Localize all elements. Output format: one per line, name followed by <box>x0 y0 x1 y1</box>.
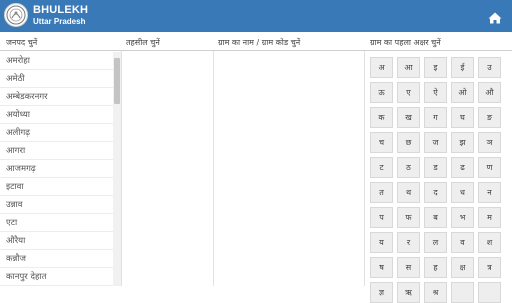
letter-button[interactable]: छ <box>397 132 420 153</box>
letter-button[interactable]: ग <box>424 107 447 128</box>
letter-button[interactable]: ज <box>424 132 447 153</box>
letter-button[interactable]: ऊ <box>370 82 393 103</box>
header-divider <box>0 50 512 51</box>
district-scrollbar[interactable] <box>113 52 121 286</box>
tehsil-column-header: तहसील चुनें <box>126 38 160 47</box>
letter-button[interactable] <box>451 282 474 303</box>
letter-button[interactable]: ङ <box>478 107 501 128</box>
letter-button[interactable]: ई <box>451 57 474 78</box>
letter-button[interactable]: उ <box>478 57 501 78</box>
letter-button[interactable]: ब <box>424 207 447 228</box>
letter-button[interactable]: स <box>397 257 420 278</box>
district-list[interactable]: अमरोहा अमेठी अम्बेडकरनगर अयोध्या अलीगढ़ … <box>0 52 113 286</box>
letter-button[interactable]: घ <box>451 107 474 128</box>
letter-button[interactable]: र <box>397 232 420 253</box>
letter-button[interactable]: आ <box>397 57 420 78</box>
district-item[interactable]: अमेठी <box>0 70 113 88</box>
letter-button[interactable]: ट <box>370 157 393 178</box>
scrollbar-thumb[interactable] <box>114 58 120 104</box>
letter-column-header: ग्राम का पहला अक्षर चुनें <box>370 38 441 47</box>
letter-button[interactable]: ञ <box>478 132 501 153</box>
letter-button[interactable]: ध <box>451 182 474 203</box>
letter-button[interactable]: थ <box>397 182 420 203</box>
district-item[interactable]: औरैया <box>0 232 113 250</box>
letter-button[interactable]: श्र <box>424 282 447 303</box>
district-item[interactable]: कानपुर देहात <box>0 268 113 286</box>
letter-button[interactable]: ओ <box>451 82 474 103</box>
column-divider <box>213 51 214 286</box>
letter-button[interactable]: ठ <box>397 157 420 178</box>
letter-button[interactable]: ढ <box>451 157 474 178</box>
letter-button[interactable]: ल <box>424 232 447 253</box>
letter-button[interactable]: क्ष <box>451 257 474 278</box>
letter-button[interactable]: न <box>478 182 501 203</box>
district-item[interactable]: आगरा <box>0 142 113 160</box>
letter-button[interactable]: म <box>478 207 501 228</box>
letter-button[interactable]: श <box>478 232 501 253</box>
letter-button[interactable] <box>478 282 501 303</box>
letter-button[interactable]: व <box>451 232 474 253</box>
district-item[interactable]: अलीगढ़ <box>0 124 113 142</box>
home-icon[interactable] <box>488 9 502 24</box>
letter-button[interactable]: ए <box>397 82 420 103</box>
district-item[interactable]: अयोध्या <box>0 106 113 124</box>
letter-button[interactable]: त <box>370 182 393 203</box>
letter-button[interactable]: फ <box>397 207 420 228</box>
letter-button[interactable]: द <box>424 182 447 203</box>
letter-button[interactable]: ऐ <box>424 82 447 103</box>
district-item[interactable]: उन्नाव <box>0 196 113 214</box>
letter-button[interactable]: अ <box>370 57 393 78</box>
district-item[interactable]: अम्बेडकरनगर <box>0 88 113 106</box>
app-title: BHULEKH <box>33 4 89 16</box>
letter-button[interactable]: ष <box>370 257 393 278</box>
district-item[interactable]: एटा <box>0 214 113 232</box>
letter-button[interactable]: ऋ <box>397 282 420 303</box>
district-item[interactable]: अमरोहा <box>0 52 113 70</box>
letter-button[interactable]: य <box>370 232 393 253</box>
letter-button[interactable]: क <box>370 107 393 128</box>
village-column-header: ग्राम का नाम / ग्राम कोड चुनें <box>218 38 301 47</box>
district-item[interactable]: इटावा <box>0 178 113 196</box>
letter-button[interactable]: ड <box>424 157 447 178</box>
logo-emblem-icon <box>4 3 28 27</box>
letter-button[interactable]: ज्ञ <box>370 282 393 303</box>
app-subtitle: Uttar Pradesh <box>33 17 86 26</box>
app-header: BHULEKH Uttar Pradesh <box>0 0 512 32</box>
column-divider <box>121 51 122 286</box>
column-divider <box>364 51 365 286</box>
letter-button[interactable]: ह <box>424 257 447 278</box>
letter-button[interactable]: औ <box>478 82 501 103</box>
district-item[interactable]: आजमगढ़ <box>0 160 113 178</box>
letter-button[interactable]: ण <box>478 157 501 178</box>
letter-button[interactable]: च <box>370 132 393 153</box>
letter-button[interactable]: प <box>370 207 393 228</box>
letter-button[interactable]: भ <box>451 207 474 228</box>
district-column-header: जनपद चुनें <box>6 38 38 47</box>
letter-button[interactable]: इ <box>424 57 447 78</box>
letter-button[interactable]: त्र <box>478 257 501 278</box>
letter-button[interactable]: ख <box>397 107 420 128</box>
letter-button[interactable]: झ <box>451 132 474 153</box>
district-item[interactable]: कन्नौज <box>0 250 113 268</box>
